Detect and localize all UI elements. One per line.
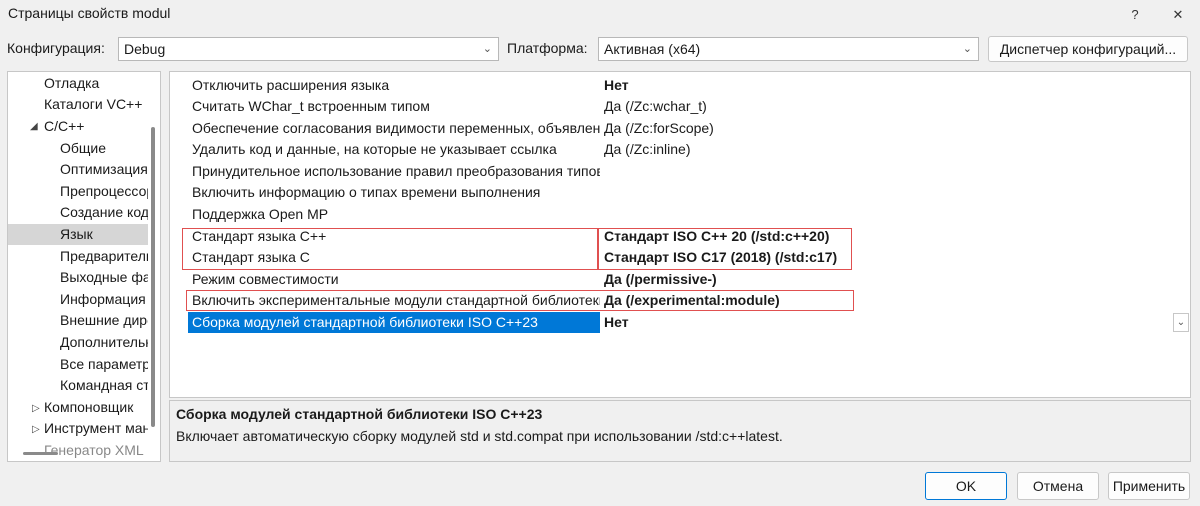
grid-row[interactable]: Принудительное использование правил прео… [188, 161, 1188, 182]
tree-item-code-generation[interactable]: Создание кода [8, 202, 148, 223]
chevron-down-icon: ⌄ [962, 43, 972, 55]
property-name: Режим совместимости [192, 271, 339, 287]
chevron-down-icon[interactable]: ⌄ [1173, 313, 1189, 332]
property-value[interactable]: Нет [604, 75, 629, 96]
grid-row[interactable]: Отключить расширения языка Нет [188, 75, 1188, 96]
description-title: Сборка модулей стандартной библиотеки IS… [176, 406, 543, 422]
tree-vertical-scrollbar[interactable] [151, 127, 155, 427]
tree-item-advanced[interactable]: Дополнительно [8, 332, 148, 353]
close-icon[interactable]: ✕ [1163, 4, 1193, 26]
property-value[interactable]: Да (/permissive-) [604, 269, 717, 290]
configuration-manager-button[interactable]: Диспетчер конфигураций... [988, 36, 1188, 62]
tree-item-c-cpp[interactable]: C/C++ [8, 116, 160, 137]
tree-horizontal-scrollbar[interactable] [23, 452, 58, 455]
configuration-value: Debug [124, 41, 166, 57]
description-pane: Сборка модулей стандартной библиотеки IS… [169, 400, 1191, 462]
ok-button[interactable]: OK [925, 472, 1007, 500]
chevron-down-icon: ⌄ [482, 43, 492, 55]
property-tree[interactable]: Отладка Каталоги VC++ ◢ C/C++ Общие Опти… [7, 71, 161, 462]
platform-label: Платформа: [507, 40, 588, 56]
highlight-box [182, 228, 598, 270]
title-bar: Страницы свойств modul ? ✕ [0, 0, 1200, 30]
highlight-box [186, 290, 854, 311]
property-name: Удалить код и данные, на которые не указ… [192, 141, 557, 157]
grid-row-selected[interactable]: Сборка модулей стандартной библиотеки IS… [188, 312, 629, 333]
apply-button[interactable]: Применить [1108, 472, 1190, 500]
tree-item-language[interactable]: Язык [8, 224, 148, 245]
property-name: Включить информацию о типах времени выпо… [192, 184, 541, 200]
property-name: Принудительное использование правил прео… [192, 163, 600, 179]
highlight-box [598, 228, 852, 270]
property-name: Отключить расширения языка [192, 77, 390, 93]
tree-item-command-line[interactable]: Командная строка [8, 375, 148, 396]
property-value[interactable]: Нет [604, 312, 629, 333]
description-text: Включает автоматическую сборку модулей s… [176, 428, 783, 444]
property-name: Поддержка Open MP [192, 206, 329, 222]
window-title: Страницы свойств modul [8, 5, 171, 21]
platform-select[interactable]: Активная (x64) ⌄ [598, 37, 979, 61]
tree-item-xml-generator[interactable]: Генератор XML [8, 440, 148, 461]
grid-row[interactable]: Поддержка Open MP [188, 204, 1188, 225]
grid-row[interactable]: Удалить код и данные, на которые не указ… [188, 139, 1188, 160]
tree-item-linker[interactable]: Компоновщик [8, 397, 148, 418]
property-name: Сборка модулей стандартной библиотеки IS… [192, 314, 538, 330]
property-name: Считать WChar_t встроенным типом [192, 98, 430, 114]
grid-row[interactable]: Режим совместимости Да (/permissive-) [188, 269, 1188, 290]
platform-value: Активная (x64) [604, 41, 701, 57]
tree-item-browse-information[interactable]: Информация об обзоре [8, 289, 148, 310]
tree-item-external-includes[interactable]: Внешние директивы включения [8, 310, 148, 331]
tree-item-preprocessor[interactable]: Препроцессор [8, 181, 148, 202]
tree-item-output-files[interactable]: Выходные файлы [8, 267, 148, 288]
property-value[interactable]: Да (/Zc:wchar_t) [604, 96, 707, 117]
tree-item-vc-directories[interactable]: Каталоги VC++ [8, 94, 160, 115]
tree-item-general[interactable]: Общие [8, 138, 148, 159]
cancel-button[interactable]: Отмена [1017, 472, 1099, 500]
help-button[interactable]: ? [1120, 4, 1150, 26]
grid-row[interactable]: Обеспечение согласования видимости перем… [188, 118, 1188, 139]
tree-item-precompiled-headers[interactable]: Предварительно откомпилированные заголов… [8, 246, 148, 267]
tree-item-debugging[interactable]: Отладка [8, 73, 160, 94]
property-value[interactable]: Да (/Zc:forScope) [604, 118, 714, 139]
property-value[interactable]: Да (/Zc:inline) [604, 139, 691, 160]
configuration-select[interactable]: Debug ⌄ [118, 37, 499, 61]
tree-item-manifest-tool[interactable]: Инструмент манифеста [8, 418, 148, 439]
tree-item-all-options[interactable]: Все параметры [8, 354, 148, 375]
property-name: Обеспечение согласования видимости перем… [192, 120, 600, 136]
grid-row[interactable]: Включить информацию о типах времени выпо… [188, 182, 1188, 203]
configuration-label: Конфигурация: [7, 40, 105, 56]
property-grid[interactable]: Отключить расширения языка Нет Считать W… [169, 71, 1191, 398]
grid-row[interactable]: Считать WChar_t встроенным типом Да (/Zc… [188, 96, 1188, 117]
tree-item-optimization[interactable]: Оптимизация [8, 159, 148, 180]
